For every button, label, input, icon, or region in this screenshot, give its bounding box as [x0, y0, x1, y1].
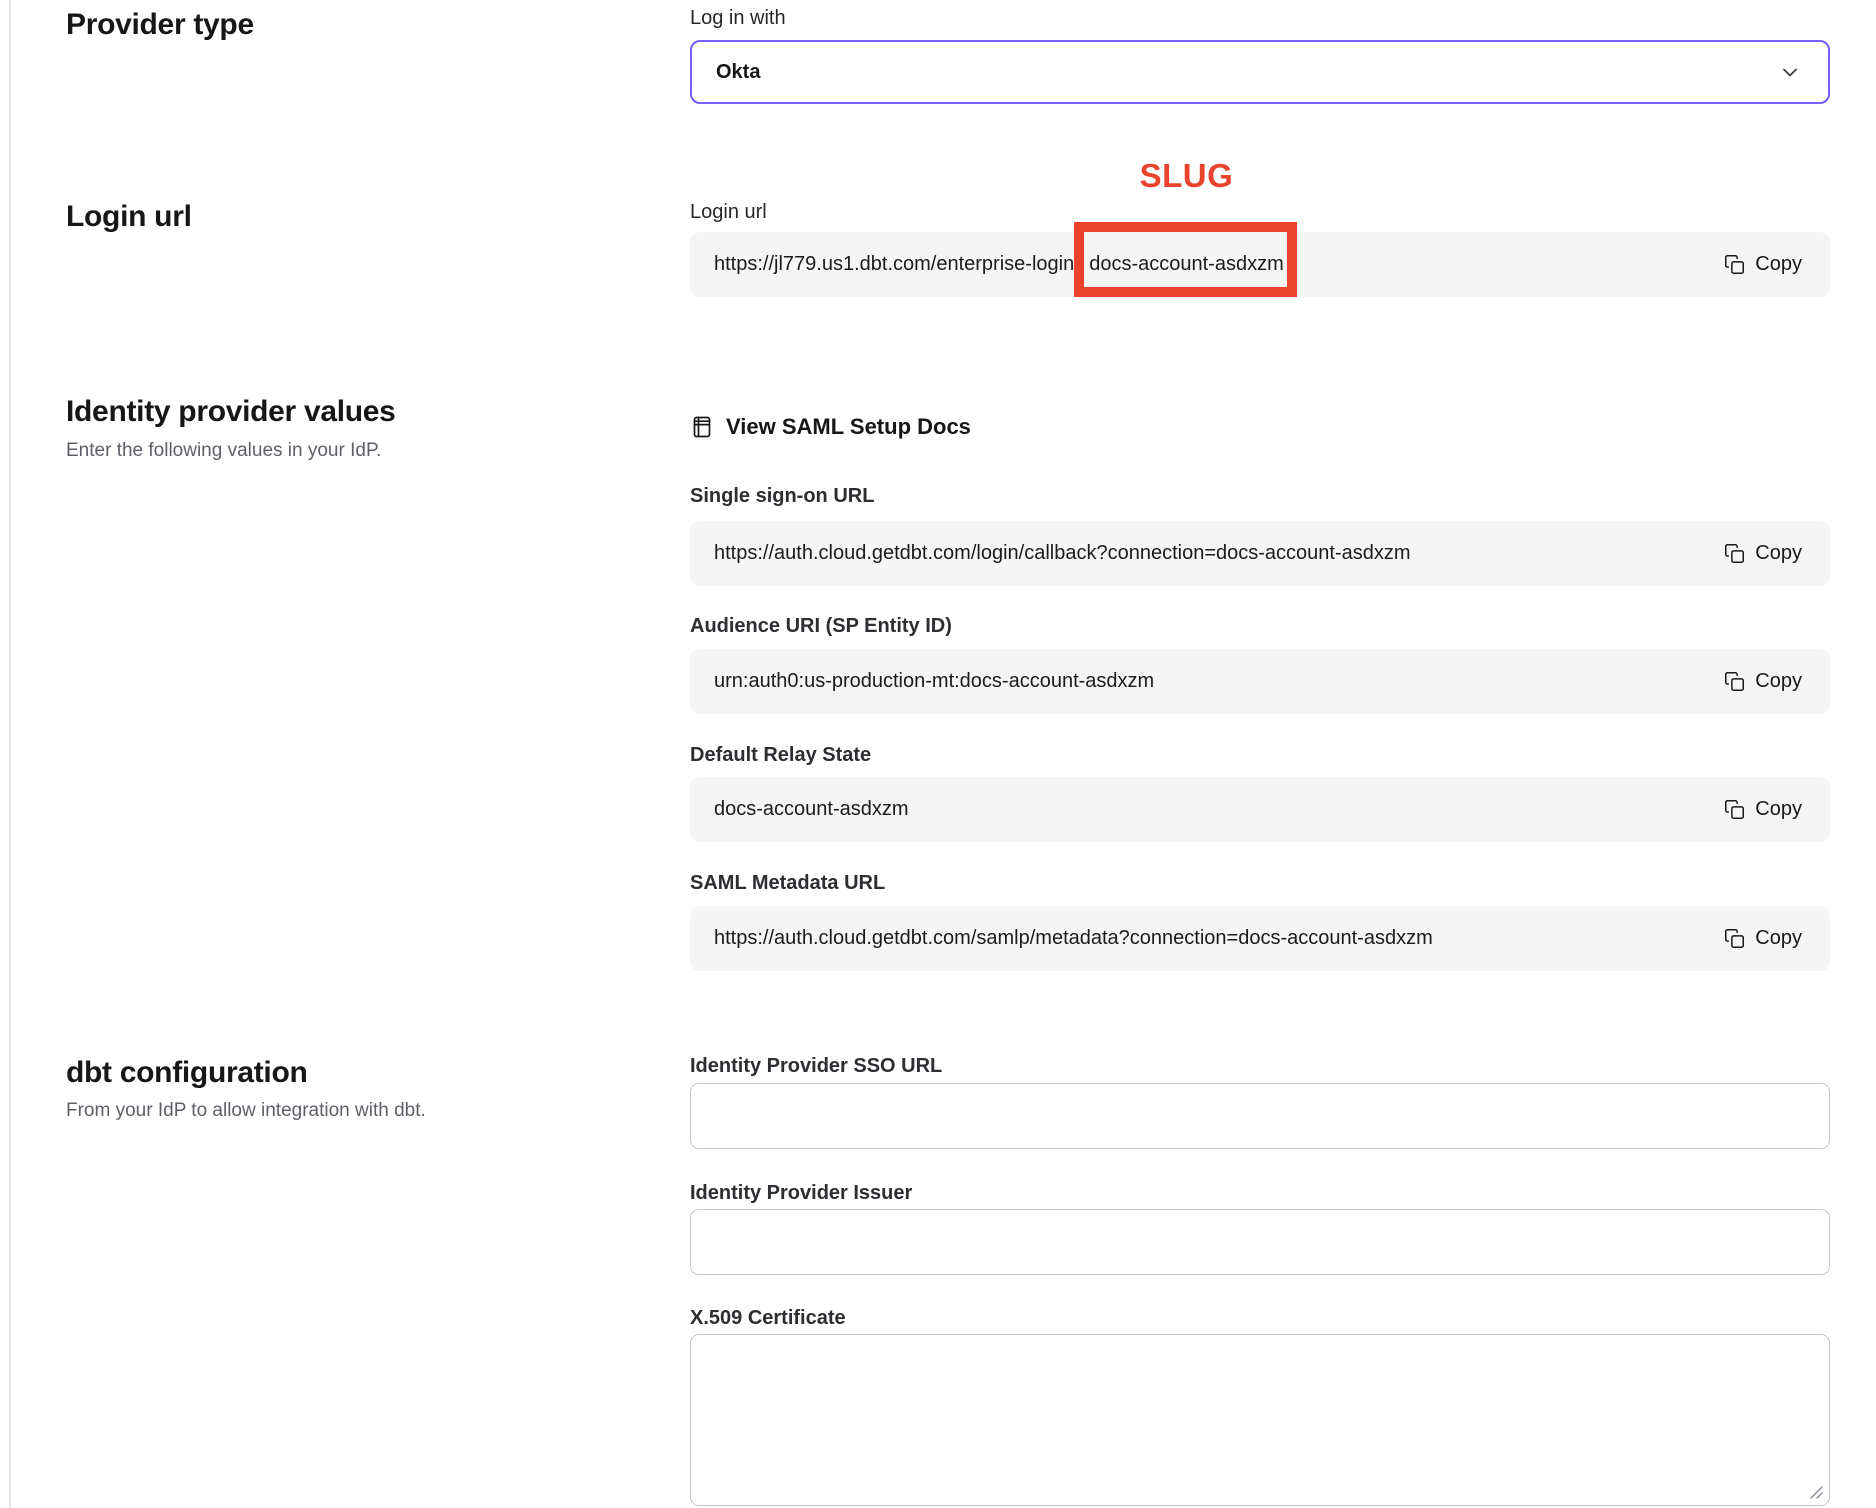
- provider-type-selected-value: Okta: [716, 61, 760, 84]
- sso-url-field: https://auth.cloud.getdbt.com/login/call…: [690, 521, 1830, 586]
- default-relay-state-label: Default Relay State: [690, 743, 1830, 767]
- audience-uri-value: urn:auth0:us-production-mt:docs-account-…: [714, 670, 1154, 693]
- audience-uri-field: urn:auth0:us-production-mt:docs-account-…: [690, 649, 1830, 714]
- x509-certificate-textarea-wrap: [690, 1334, 1830, 1506]
- idp-sso-url-label: Identity Provider SSO URL: [690, 1054, 1830, 1078]
- saml-metadata-url-value: https://auth.cloud.getdbt.com/samlp/meta…: [714, 927, 1433, 950]
- login-url-prefix: https://jl779.us1.dbt.com/enterprise-log…: [714, 253, 1074, 275]
- copy-icon: [1724, 542, 1745, 565]
- copy-icon: [1724, 798, 1745, 821]
- section-heading-identity-provider-values: Identity provider values: [66, 395, 396, 429]
- login-url-field-label: Login url: [690, 200, 1830, 224]
- default-relay-state-field: docs-account-asdxzm Copy: [690, 777, 1830, 842]
- identity-provider-values-subtitle: Enter the following values in your IdP.: [66, 440, 381, 462]
- copy-sso-url-button[interactable]: Copy: [1724, 542, 1802, 565]
- view-saml-setup-docs-label: View SAML Setup Docs: [726, 414, 971, 440]
- copy-icon: [1724, 670, 1745, 693]
- login-url-field: https://jl779.us1.dbt.com/enterprise-log…: [690, 232, 1830, 297]
- copy-button-label: Copy: [1755, 253, 1802, 276]
- view-saml-setup-docs-link[interactable]: View SAML Setup Docs: [690, 414, 1830, 440]
- chevron-down-icon: [1778, 60, 1802, 84]
- dbt-configuration-subtitle: From your IdP to allow integration with …: [66, 1100, 426, 1122]
- idp-sso-url-input[interactable]: [690, 1083, 1830, 1149]
- section-heading-provider-type: Provider type: [66, 8, 254, 42]
- default-relay-state-value: docs-account-asdxzm: [714, 798, 909, 821]
- copy-button-label: Copy: [1755, 798, 1802, 821]
- copy-default-relay-state-button[interactable]: Copy: [1724, 798, 1802, 821]
- journal-icon: [690, 414, 714, 440]
- copy-button-label: Copy: [1755, 670, 1802, 693]
- copy-audience-uri-button[interactable]: Copy: [1724, 670, 1802, 693]
- copy-icon: [1724, 927, 1745, 950]
- section-heading-login-url: Login url: [66, 200, 192, 234]
- audience-uri-label: Audience URI (SP Entity ID): [690, 614, 1830, 638]
- x509-certificate-label: X.509 Certificate: [690, 1306, 1830, 1330]
- log-in-with-label: Log in with: [690, 6, 1830, 30]
- login-url-value: https://jl779.us1.dbt.com/enterprise-log…: [714, 253, 1284, 276]
- copy-button-label: Copy: [1755, 927, 1802, 950]
- copy-icon: [1724, 253, 1745, 276]
- slug-annotation: SLUG: [1140, 157, 1234, 195]
- provider-type-select[interactable]: Okta: [690, 40, 1830, 104]
- saml-metadata-url-field: https://auth.cloud.getdbt.com/samlp/meta…: [690, 906, 1830, 971]
- settings-form-column: Log in with Okta Login url https://jl779…: [690, 0, 1830, 1506]
- login-url-slug-wrap: docs-account-asdxzmSLUG: [1089, 253, 1284, 276]
- copy-login-url-button[interactable]: Copy: [1724, 253, 1802, 276]
- x509-certificate-textarea[interactable]: [690, 1334, 1830, 1506]
- login-url-slug: docs-account-asdxzm: [1089, 253, 1284, 275]
- sso-settings-page: Provider type Login url Identity provide…: [0, 0, 1876, 1508]
- copy-button-label: Copy: [1755, 542, 1802, 565]
- panel-left-border: [9, 0, 11, 1508]
- sso-url-value: https://auth.cloud.getdbt.com/login/call…: [714, 542, 1411, 565]
- copy-saml-metadata-url-button[interactable]: Copy: [1724, 927, 1802, 950]
- saml-metadata-url-label: SAML Metadata URL: [690, 871, 1830, 895]
- idp-issuer-input[interactable]: [690, 1209, 1830, 1275]
- section-heading-dbt-configuration: dbt configuration: [66, 1056, 308, 1090]
- idp-issuer-label: Identity Provider Issuer: [690, 1181, 1830, 1205]
- sso-url-label: Single sign-on URL: [690, 484, 1830, 508]
